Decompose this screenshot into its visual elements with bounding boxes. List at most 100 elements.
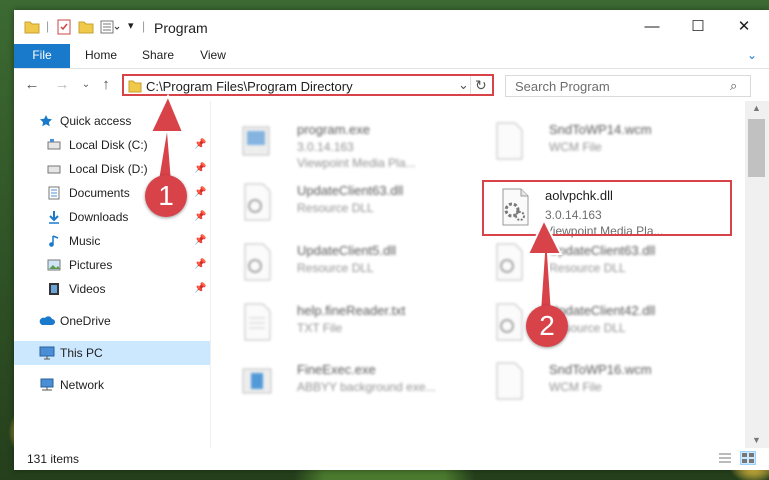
pin-icon[interactable]: 📌 [194,277,206,301]
file-detail: WCM File [549,140,602,154]
scroll-up-icon[interactable]: ▲ [752,103,761,113]
sidebar-item-label: Local Disk (C:) [69,138,148,152]
list-item[interactable]: FineExec.exe ABBYY background exe... [211,355,451,415]
sidebar-item-music[interactable]: Music 📌 [14,229,210,253]
folder-icon [128,79,142,93]
folder-icon [24,19,40,35]
large-icons-view-icon[interactable] [740,451,756,465]
sidebar-item-local-disk-c[interactable]: Local Disk (C:) 📌 [14,133,210,157]
file-detail: WCM File [549,380,602,394]
cloud-icon [39,314,55,328]
exe-file-icon [241,361,273,401]
refresh-icon[interactable]: ↻ [475,77,487,94]
address-bar[interactable]: C:\Program Files\Program Directory ⌄ ↻ [122,74,494,96]
wcm-file-icon [493,361,525,401]
separator: | [142,19,146,33]
forward-icon[interactable]: → [52,75,72,95]
chevron-down-icon[interactable]: ⌄ [742,44,762,68]
maximize-button[interactable]: ☐ [675,10,721,44]
sidebar-item-this-pc[interactable]: This PC [14,341,210,365]
sidebar-item-label: Documents [69,186,130,200]
list-item[interactable]: help.fineReader.txt TXT File [211,296,451,356]
window-title: Program [154,20,208,36]
file-name: UpdateClient63.dll [297,183,404,198]
sidebar-item-onedrive[interactable]: OneDrive [14,309,210,333]
network-icon [39,378,54,392]
list-item[interactable]: SndToWP16.wcm WCM File [463,355,703,415]
wcm-file-icon [493,121,525,161]
list-item[interactable]: UpdateClient63.dll Resource DLL [211,176,451,236]
sidebar-item-label: Downloads [69,210,129,224]
search-input[interactable]: Search Program ⌕ [505,75,751,97]
tab-file[interactable]: File [14,44,70,68]
list-item[interactable]: SndToWP14.wcm WCM File [463,115,703,175]
download-icon [47,210,61,224]
file-name: UpdateClient63.dll [549,243,656,258]
tab-view[interactable]: View [192,44,234,68]
view-options-icon[interactable] [100,19,120,35]
music-icon [47,234,61,248]
sidebar-item-label: Network [60,378,105,392]
vertical-scrollbar[interactable]: ▲ ▼ [745,101,769,448]
sidebar-item-quick-access[interactable]: Quick access [14,109,210,133]
step-badge-2: 2 [526,305,568,347]
step-badge-1: 1 [145,175,187,217]
close-button[interactable]: ✕ [721,10,767,44]
documents-icon [47,186,61,200]
details-view-icon[interactable] [718,452,732,464]
separator [470,76,471,94]
pin-icon[interactable]: 📌 [194,181,206,205]
dll-file-icon [241,242,273,282]
file-detail: 3.0.14.163 [297,140,354,154]
sidebar-item-pictures[interactable]: Pictures 📌 [14,253,210,277]
title-bar: | ▾ | Program — ☐ ✕ [14,10,769,44]
customize-toolbar-icon[interactable]: ▾ [128,19,134,35]
file-name: help.fineReader.txt [297,303,406,318]
pin-icon[interactable]: 📌 [194,253,206,277]
pin-icon[interactable]: 📌 [194,229,206,253]
sidebar-item-label: Local Disk (D:) [69,162,148,176]
scroll-down-icon[interactable]: ▼ [752,435,761,445]
list-item[interactable]: UpdateClient63.dll Resource DLL [463,236,703,296]
new-folder-icon[interactable] [78,19,94,35]
search-icon[interactable]: ⌕ [730,78,737,94]
list-item[interactable]: program.exe 3.0.14.163 Viewpoint Media P… [211,115,451,175]
file-detail: Resource DLL [297,261,374,275]
sidebar-item-label: Quick access [60,114,132,128]
file-explorer-window: | ▾ | Program — ☐ ✕ File Home Share View… [14,10,769,470]
file-name: program.exe [297,122,370,137]
file-highlight-box [482,180,732,236]
sidebar-item-videos[interactable]: Videos 📌 [14,277,210,301]
search-placeholder: Search Program [515,79,610,94]
list-item[interactable]: UpdateClient42.dll Resource DLL [463,296,703,356]
recent-locations-icon[interactable]: ⌄ [76,75,96,95]
tab-share[interactable]: Share [134,44,182,68]
chevron-down-icon[interactable]: ⌄ [458,77,469,93]
file-detail: Resource DLL [549,261,626,275]
up-icon[interactable]: ↑ [96,75,116,95]
txt-file-icon [241,302,273,342]
item-count: 131 items [27,452,80,466]
dll-file-icon [493,302,525,342]
file-name: SndToWP16.wcm [549,362,652,377]
pin-icon[interactable]: 📌 [194,157,206,181]
minimize-button[interactable]: — [629,10,675,44]
properties-icon[interactable] [56,19,72,35]
sidebar-item-local-disk-d[interactable]: Local Disk (D:) 📌 [14,157,210,181]
status-bar: 131 items [14,448,769,470]
tab-home[interactable]: Home [76,44,126,68]
sidebar-item-label: OneDrive [60,314,111,328]
file-detail: TXT File [297,321,343,335]
pin-icon[interactable]: 📌 [194,133,206,157]
computer-icon [39,346,55,360]
dll-file-icon [241,182,273,222]
exe-file-icon [241,121,273,161]
sidebar-item-label: Music [69,234,101,248]
pin-icon[interactable]: 📌 [194,205,206,229]
back-icon[interactable]: ← [22,75,42,95]
videos-icon [47,282,61,296]
separator: | [46,19,50,33]
sidebar-item-network[interactable]: Network [14,373,210,397]
list-item[interactable]: UpdateClient5.dll Resource DLL [211,236,451,296]
scrollbar-thumb[interactable] [748,119,765,177]
